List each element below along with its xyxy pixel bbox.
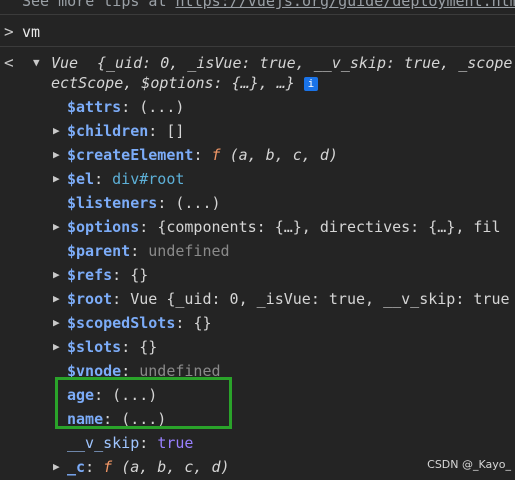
property-separator: : xyxy=(139,218,158,236)
property-entry: $listeners: (...) xyxy=(67,191,221,215)
property-separator: : xyxy=(121,98,140,116)
preview-text: {_uid: 0, _isVue: true, __v_skip: true, … xyxy=(97,54,515,72)
property-key: __v_skip xyxy=(67,434,140,452)
property-value: Vue {_uid: 0, _isVue: true, __v_skip: tr… xyxy=(130,290,510,308)
property-value: {} xyxy=(139,338,158,356)
property-entry: $parent: undefined xyxy=(67,239,230,263)
property-value[interactable]: (...) xyxy=(175,194,220,212)
divider xyxy=(0,14,515,15)
property-key: $children xyxy=(67,122,149,140)
property-separator: : xyxy=(157,194,176,212)
property-key: $parent xyxy=(67,242,131,260)
property-entry: $createElement: f (a, b, c, d) xyxy=(67,143,338,167)
property-entry: $root: Vue {_uid: 0, _isVue: true, __v_s… xyxy=(67,287,510,311)
tips-line: See more tips at https://vuejs.org/guide… xyxy=(22,0,515,13)
property-key: $root xyxy=(67,290,113,308)
tips-text: See more tips at xyxy=(22,0,176,10)
property-value: {components: {…}, directives: {…}, fil xyxy=(157,218,501,236)
function-f-icon: f xyxy=(211,146,230,164)
result-header-line2: ectScope, $options: {…}, …} i xyxy=(51,71,318,95)
property-key: $refs xyxy=(67,266,113,284)
expand-triangle-icon[interactable]: ▶ xyxy=(53,455,60,479)
property-key: $el xyxy=(67,170,95,188)
expand-triangle-icon[interactable]: ▶ xyxy=(53,263,60,287)
property-key: $options xyxy=(67,218,140,236)
object-preview-line2: ectScope, $options: {…}, …} xyxy=(51,74,295,92)
property-key: $attrs xyxy=(67,98,122,116)
green-highlight-box xyxy=(55,377,232,429)
expand-triangle-icon[interactable]: ▶ xyxy=(53,287,60,311)
expand-triangle-icon[interactable]: ▶ xyxy=(53,119,60,143)
property-value: {} xyxy=(193,314,212,332)
property-separator: : xyxy=(94,170,113,188)
property-separator: : xyxy=(112,266,131,284)
property-key: $createElement xyxy=(67,146,194,164)
property-entry: $el: div#root xyxy=(67,167,184,191)
output-prompt-icon: < xyxy=(4,53,14,72)
collapse-triangle-icon[interactable]: ▼ xyxy=(33,51,40,75)
property-entry: $scopedSlots: {} xyxy=(67,311,212,335)
property-entry: _c: f (a, b, c, d) xyxy=(67,455,230,479)
property-value[interactable]: (...) xyxy=(139,98,184,116)
property-separator: : xyxy=(175,314,194,332)
property-entry: $slots: {} xyxy=(67,335,157,359)
property-value: undefined xyxy=(148,242,230,260)
property-value: [] xyxy=(166,122,185,140)
property-value: (a, b, c, d) xyxy=(121,458,230,476)
property-value: {} xyxy=(130,266,149,284)
divider xyxy=(0,46,515,47)
expand-triangle-icon[interactable]: ▶ xyxy=(53,311,60,335)
expand-triangle-icon[interactable]: ▶ xyxy=(53,335,60,359)
command-text: vm xyxy=(22,23,41,41)
property-entry: $children: [] xyxy=(67,119,184,143)
property-value: (a, b, c, d) xyxy=(229,146,338,164)
info-icon[interactable]: i xyxy=(303,76,318,91)
property-entry: __v_skip: true xyxy=(67,431,193,455)
input-prompt-icon: > xyxy=(4,22,14,41)
property-separator: : xyxy=(121,338,140,356)
property-separator: : xyxy=(193,146,212,164)
property-key: $slots xyxy=(67,338,122,356)
property-separator: : xyxy=(112,290,131,308)
property-separator: : xyxy=(85,458,104,476)
expand-triangle-icon[interactable]: ▶ xyxy=(53,215,60,239)
expand-triangle-icon[interactable]: ▶ xyxy=(53,167,60,191)
property-entry: $attrs: (...) xyxy=(67,95,184,119)
property-key: _c xyxy=(67,458,86,476)
expand-triangle-icon[interactable]: ▶ xyxy=(53,143,60,167)
watermark: CSDN @_Kayo_ xyxy=(427,458,511,471)
property-value: true xyxy=(157,434,194,452)
property-separator: : xyxy=(130,242,149,260)
property-entry: $refs: {} xyxy=(67,263,148,287)
property-key: $scopedSlots xyxy=(67,314,176,332)
property-key: $listeners xyxy=(67,194,158,212)
property-entry: $options: {components: {…}, directives: … xyxy=(67,215,500,239)
property-value: div#root xyxy=(112,170,185,188)
function-f-icon: f xyxy=(103,458,122,476)
property-separator: : xyxy=(139,434,158,452)
deployment-link[interactable]: https://vuejs.org/guide/deployment.html xyxy=(176,0,515,10)
property-separator: : xyxy=(148,122,167,140)
